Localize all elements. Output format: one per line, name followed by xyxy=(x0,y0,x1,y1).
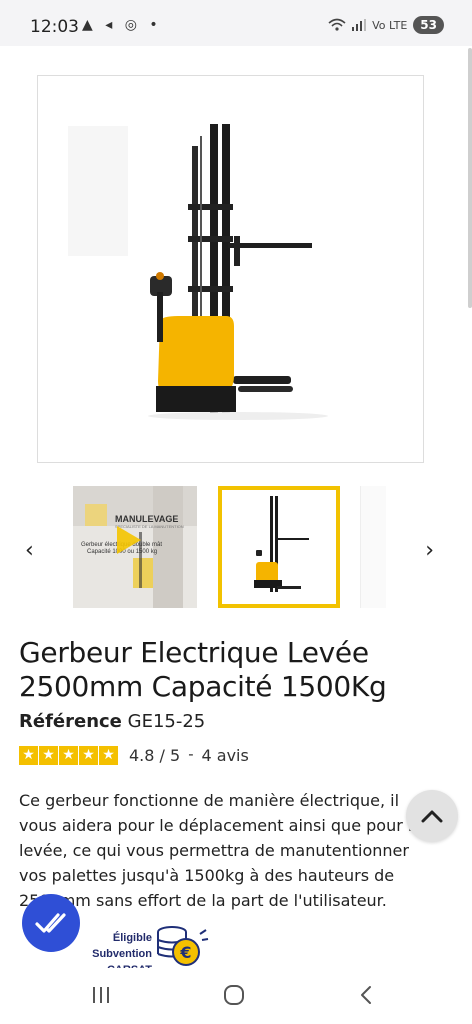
status-bar: 12:03 ▲ ◂ ◎ • Vo LTE 53 xyxy=(0,0,472,46)
product-description: Ce gerbeur fonctionne de manière électri… xyxy=(19,791,423,910)
product-reference: Référence GE15-25 xyxy=(19,711,205,732)
star-icon: ★ xyxy=(59,745,78,765)
thumbnail-video[interactable]: MANULEVAGE SPECIALISTE DE LA MANUTENTION… xyxy=(73,486,197,608)
thumbnail-selected[interactable] xyxy=(218,486,340,608)
status-time: 12:03 xyxy=(30,17,79,37)
battery-indicator: 53 xyxy=(413,16,444,34)
double-check-icon xyxy=(35,913,66,933)
signal-icon xyxy=(352,19,367,31)
star-icon: ★ xyxy=(79,745,98,765)
system-navigation-bar xyxy=(0,968,472,1024)
stacker-thumbnail-image xyxy=(254,496,309,592)
chevron-left-icon[interactable]: ‹ xyxy=(25,538,34,563)
wifi-icon xyxy=(328,18,346,31)
recent-apps-icon[interactable] xyxy=(90,984,112,1006)
chevron-right-icon[interactable]: › xyxy=(425,538,434,563)
home-icon[interactable] xyxy=(222,984,246,1006)
volte-label: Vo LTE xyxy=(372,18,408,32)
status-right-group: Vo LTE 53 xyxy=(328,16,444,34)
scroll-to-top-button[interactable] xyxy=(406,790,458,842)
star-icon: ★ xyxy=(39,745,58,765)
status-notification-icons: ▲ ◂ ◎ • xyxy=(82,17,162,33)
subvention-line1: Éligible Subvention xyxy=(92,932,152,960)
thumbnail-brand: MANULEVAGE xyxy=(115,514,179,524)
thumbnail-next-partial[interactable] xyxy=(360,486,386,608)
reviews-count[interactable]: 4 avis xyxy=(202,746,249,765)
pallet-stacker-image xyxy=(68,124,328,420)
rating-value: 4.8 / 5 xyxy=(129,745,181,765)
chevron-up-icon xyxy=(421,810,443,823)
euro-coins-icon: € xyxy=(157,926,209,966)
reference-value: GE15-25 xyxy=(127,711,206,732)
thumbnail-gallery: ‹ MANULEVAGE SPECIALISTE DE LA MANUTENTI… xyxy=(0,486,472,612)
product-rating[interactable]: ★ ★ ★ ★ ★ 4.8 / 5 - 4 avis xyxy=(19,744,249,766)
product-title: Gerbeur Electrique Levée 2500mm Capacité… xyxy=(19,636,387,703)
page-scrollbar[interactable] xyxy=(468,48,472,308)
product-main-image[interactable] xyxy=(37,75,424,463)
svg-text:€: € xyxy=(179,943,191,962)
back-icon[interactable] xyxy=(356,984,376,1006)
rating-separator: - xyxy=(188,746,194,763)
star-icon: ★ xyxy=(99,745,118,765)
reference-label: Référence xyxy=(19,711,122,732)
star-icon: ★ xyxy=(19,745,38,765)
play-icon xyxy=(117,526,141,554)
